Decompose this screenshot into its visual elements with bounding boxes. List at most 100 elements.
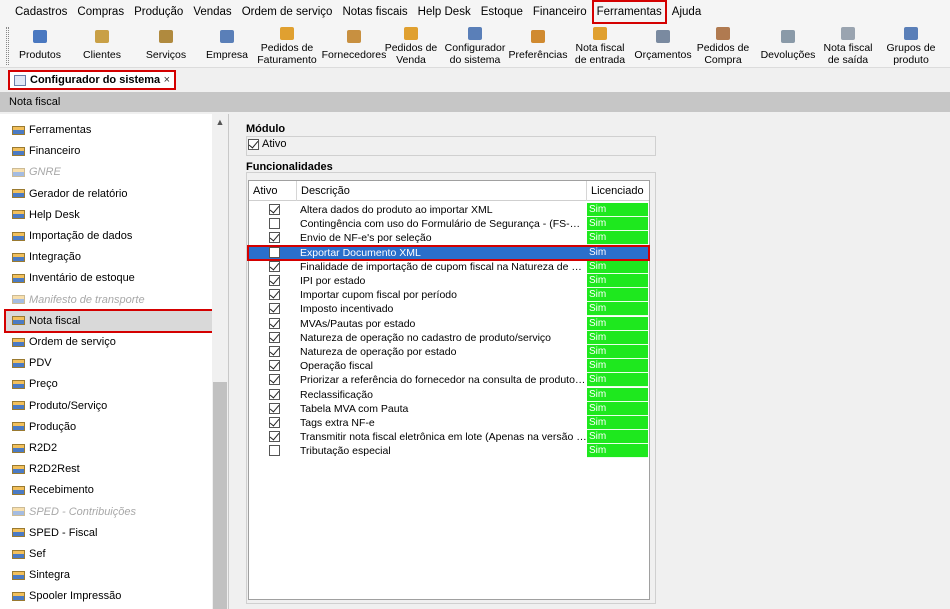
menu-item-ordem-de-servi-o[interactable]: Ordem de serviço xyxy=(239,2,336,22)
sidebar-item-ordem-de-servi-o[interactable]: Ordem de serviço xyxy=(6,332,212,352)
toolbar-grip[interactable] xyxy=(6,27,9,65)
sidebar-item-produto-servi-o[interactable]: Produto/Serviço xyxy=(6,396,212,416)
sidebar-item-importa-o-de-dados[interactable]: Importação de dados xyxy=(6,226,212,246)
table-row[interactable]: Reclassificação Sim xyxy=(249,387,649,402)
row-active-checkbox[interactable] xyxy=(269,431,280,443)
row-active-checkbox[interactable] xyxy=(269,232,280,244)
table-row[interactable]: Tributação especial Sim xyxy=(249,444,649,459)
table-row[interactable]: Contingência com uso do Formulário de Se… xyxy=(249,217,649,232)
sidebar-item-pre-o[interactable]: Preço xyxy=(6,374,212,394)
sidebar-item-pdv[interactable]: PDV xyxy=(6,353,212,373)
toolbar-button-de-sa-da[interactable]: Nota fiscal de saída xyxy=(818,24,878,68)
row-description: Reclassificação xyxy=(300,388,373,401)
row-active-checkbox[interactable] xyxy=(269,374,280,386)
table-row[interactable]: Altera dados do produto ao importar XML S… xyxy=(249,203,649,217)
sidebar-item-nota-fiscal[interactable]: Nota fiscal xyxy=(4,308,214,333)
sidebar-item-r2d2[interactable]: R2D2 xyxy=(6,438,212,458)
table-row[interactable]: Importar cupom fiscal por período Sim xyxy=(249,288,649,303)
toolbar-button-or-amentos[interactable]: Orçamentos xyxy=(634,24,692,68)
sidebar-item-recebimento[interactable]: Recebimento xyxy=(6,480,212,500)
close-icon[interactable]: × xyxy=(164,74,170,86)
column-header-descricao[interactable]: Descrição xyxy=(297,181,587,201)
menu-item-produ-o[interactable]: Produção xyxy=(131,2,186,22)
toolbar-button-de-entrada[interactable]: Nota fiscal de entrada xyxy=(570,24,630,68)
sidebar-item-gerador-de-relat-rio[interactable]: Gerador de relatório xyxy=(6,184,212,204)
toolbar-label-line1: Pedidos de xyxy=(260,42,314,54)
toolbar-button-prefer-ncias[interactable]: Preferências xyxy=(507,24,569,68)
column-header-licenciado[interactable]: Licenciado xyxy=(587,181,649,201)
row-active-checkbox[interactable] xyxy=(269,402,280,414)
toolbar-button-produto[interactable]: Grupos de produto xyxy=(878,24,944,68)
sidebar-item-sintegra[interactable]: Sintegra xyxy=(6,565,212,585)
table-row[interactable]: Natureza de operação no cadastro de prod… xyxy=(249,330,649,345)
sidebar-item-ferramentas[interactable]: Ferramentas xyxy=(6,120,212,140)
scroll-thumb[interactable] xyxy=(213,382,227,609)
row-active-checkbox[interactable] xyxy=(269,246,280,258)
sidebar-item-sef[interactable]: Sef xyxy=(6,544,212,564)
row-active-checkbox[interactable] xyxy=(269,218,280,230)
sidebar-item-help-desk[interactable]: Help Desk xyxy=(6,205,212,225)
row-active-checkbox[interactable] xyxy=(269,346,280,357)
sidebar-item-gnre[interactable]: GNRE xyxy=(6,162,212,182)
module-active-checkbox-row[interactable]: Ativo xyxy=(248,138,286,150)
menu-item-vendas[interactable]: Vendas xyxy=(190,2,234,22)
sidebar-item-r2d2rest[interactable]: R2D2Rest xyxy=(6,459,212,479)
menu-item-cadastros[interactable]: Cadastros xyxy=(12,2,70,22)
row-active-checkbox[interactable] xyxy=(269,303,280,315)
table-row[interactable]: Tabela MVA com Pauta Sim xyxy=(249,401,649,416)
sidebar-item-invent-rio-de-estoque[interactable]: Inventário de estoque xyxy=(6,268,212,288)
sidebar-item-label: GNRE xyxy=(29,166,61,179)
row-active-checkbox[interactable] xyxy=(269,260,280,272)
table-row[interactable]: Operação fiscal Sim xyxy=(249,359,649,374)
toolbar-button-produtos[interactable]: Produtos xyxy=(13,24,67,68)
toolbar-button-faturamento[interactable]: Pedidos de Faturamento xyxy=(255,24,319,68)
row-active-checkbox[interactable] xyxy=(269,204,280,215)
table-row[interactable]: MVAs/Pautas por estado Sim xyxy=(249,316,649,331)
toolbar-button-servi-os[interactable]: Serviços xyxy=(137,24,195,68)
toolbar-button-fornecedores[interactable]: Fornecedores xyxy=(322,24,386,68)
table-row[interactable]: Finalidade de importação de cupom fiscal… xyxy=(249,259,649,274)
menu-item-ajuda[interactable]: Ajuda xyxy=(669,2,704,22)
sidebar-item-sped-fiscal[interactable]: SPED - Fiscal xyxy=(6,523,212,543)
scroll-up-icon[interactable]: ▲ xyxy=(212,114,228,130)
row-active-checkbox[interactable] xyxy=(269,360,280,372)
tab-configurador-do-sistema[interactable]: Configurador do sistema × xyxy=(8,70,176,90)
table-row[interactable]: Transmitir nota fiscal eletrônica em lot… xyxy=(249,430,649,445)
table-row[interactable]: Priorizar a referência do fornecedor na … xyxy=(249,373,649,388)
menu-item-financeiro[interactable]: Financeiro xyxy=(530,2,590,22)
module-active-checkbox[interactable] xyxy=(248,138,259,150)
menu-item-notas-fiscais[interactable]: Notas fiscais xyxy=(339,2,410,22)
row-active-checkbox[interactable] xyxy=(269,388,280,400)
menu-item-help-desk[interactable]: Help Desk xyxy=(415,2,474,22)
table-row[interactable]: Envio de NF-e's por seleção Sim xyxy=(249,231,649,246)
row-active-checkbox[interactable] xyxy=(269,331,280,343)
row-active-checkbox[interactable] xyxy=(269,317,280,329)
sidebar-scrollbar[interactable]: ▲ xyxy=(212,114,228,609)
toolbar-button-venda[interactable]: Pedidos de Venda xyxy=(383,24,439,68)
table-row[interactable]: Tags extra NF-e Sim xyxy=(249,416,649,430)
table-row[interactable]: IPI por estado Sim xyxy=(249,274,649,288)
row-active-checkbox[interactable] xyxy=(269,275,280,286)
toolbar-button-compra[interactable]: Pedidos de Compra xyxy=(693,24,753,68)
menu-item-estoque[interactable]: Estoque xyxy=(478,2,526,22)
toolbar-label-line2: Compra xyxy=(704,54,742,66)
sidebar-item-financeiro[interactable]: Financeiro xyxy=(6,141,212,161)
table-row[interactable]: Exportar Documento XML Sim xyxy=(249,245,649,260)
sidebar-item-manifesto-de-transporte[interactable]: Manifesto de transporte xyxy=(6,290,212,310)
table-row[interactable]: Natureza de operação por estado Sim xyxy=(249,345,649,359)
toolbar-button-devolu-es[interactable]: Devoluções xyxy=(757,24,819,68)
table-row[interactable]: Imposto incentivado Sim xyxy=(249,302,649,317)
toolbar-button-clientes[interactable]: Clientes xyxy=(73,24,131,68)
menu-item-compras[interactable]: Compras xyxy=(74,2,127,22)
row-active-checkbox[interactable] xyxy=(269,445,280,457)
row-active-checkbox[interactable] xyxy=(269,417,280,428)
sidebar-item-spooler-impress-o[interactable]: Spooler Impressão xyxy=(6,586,212,606)
toolbar-button-do-sistema[interactable]: Configurador do sistema xyxy=(440,24,510,68)
sidebar-item-produ-o[interactable]: Produção xyxy=(6,417,212,437)
menu-item-ferramentas[interactable]: Ferramentas xyxy=(591,0,667,24)
toolbar-button-empresa[interactable]: Empresa xyxy=(200,24,254,68)
sidebar-item-sped-contribui-es[interactable]: SPED - Contribuições xyxy=(6,502,212,522)
column-header-ativo[interactable]: Ativo xyxy=(249,181,297,201)
sidebar-item-integra-o[interactable]: Integração xyxy=(6,247,212,267)
row-active-checkbox[interactable] xyxy=(269,289,280,301)
